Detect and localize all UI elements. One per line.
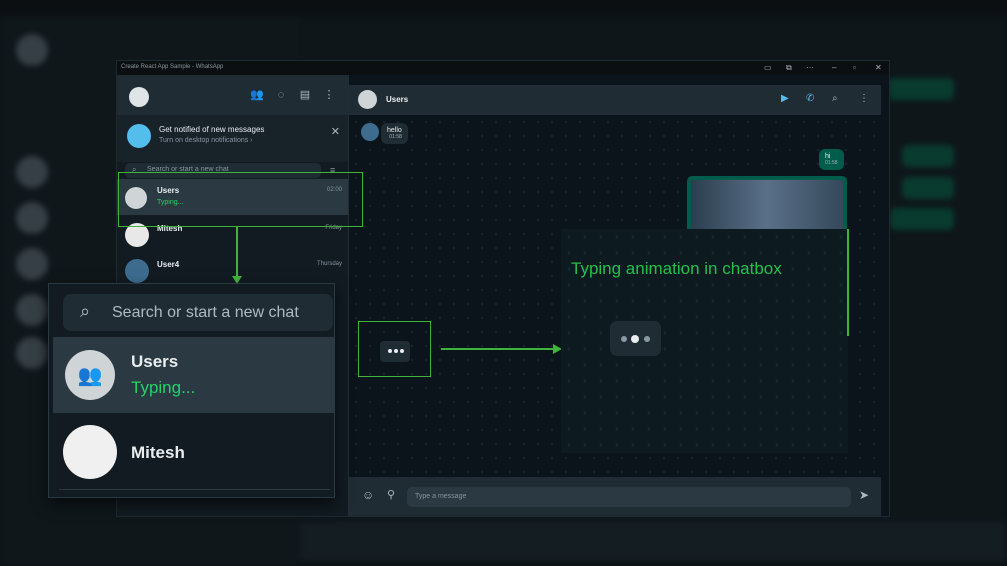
contact-avatar xyxy=(125,259,149,283)
message-input[interactable]: Type a message xyxy=(407,487,851,507)
bg-avatar xyxy=(16,202,48,234)
conversation-avatar[interactable] xyxy=(358,90,377,109)
bg-avatar xyxy=(16,294,48,326)
close-icon[interactable]: ✕ xyxy=(331,125,340,138)
zoomed-typing-indicator xyxy=(610,321,661,356)
message-bubble-incoming: hello 01:58 xyxy=(381,123,408,144)
message-time: 01:58 xyxy=(825,160,838,166)
composer-bar: ☺ ⚲ Type a message ➤ xyxy=(349,477,881,516)
typing-dot xyxy=(631,335,639,343)
send-icon[interactable]: ➤ xyxy=(859,488,869,502)
video-call-icon[interactable]: ▶ xyxy=(781,93,789,104)
bg-composer xyxy=(300,522,1007,560)
message-bubble-outgoing: hi 01:58 xyxy=(819,149,844,170)
contact-avatar xyxy=(63,425,117,479)
zoomed-search-placeholder: Search or start a new chat xyxy=(112,304,299,321)
bg-bubble xyxy=(890,208,954,230)
search-icon: ⌕ xyxy=(80,301,91,321)
notification-title: Get notified of new messages xyxy=(159,125,265,134)
attach-icon[interactable]: ⚲ xyxy=(387,488,395,501)
bell-off-icon xyxy=(127,124,151,148)
community-icon[interactable]: 👥 xyxy=(250,88,264,102)
arrow-line xyxy=(236,227,238,276)
group-icon: 👥 xyxy=(77,364,103,387)
group-avatar: 👥 xyxy=(65,350,115,400)
arrow-line xyxy=(441,348,553,350)
bg-avatar xyxy=(16,156,48,188)
bg-avatar xyxy=(16,34,48,66)
message-time: 01:58 xyxy=(389,134,402,140)
my-avatar[interactable] xyxy=(129,87,149,107)
conversation-header: Users ▶ ✆ ⌕ ⋮ xyxy=(349,85,881,115)
message-placeholder: Type a message xyxy=(415,493,467,500)
zoomed-chat-item[interactable]: 👥 Users Typing... xyxy=(53,337,334,413)
bg-bubble xyxy=(902,145,954,167)
window-titlebar: Create React App Sample - WhatsApp ▭ ⧉ ·… xyxy=(117,61,889,75)
zoomed-chat-item[interactable]: Mitesh xyxy=(53,414,334,490)
menu-icon[interactable]: ⋮ xyxy=(859,93,869,104)
close-window-icon[interactable]: ✕ xyxy=(875,63,882,72)
sidebar-header: 👥 ◌ ▤ ⋮ xyxy=(117,75,348,115)
image-border-line xyxy=(847,229,849,336)
annotation-label: Typing animation in chatbox xyxy=(571,259,782,278)
bg-bubble xyxy=(902,177,954,199)
emoji-icon[interactable]: ☺ xyxy=(362,488,374,502)
typing-dot xyxy=(644,336,650,342)
voice-call-icon[interactable]: ✆ xyxy=(806,93,814,104)
share-icon[interactable]: ⧉ xyxy=(786,63,792,73)
status-icon[interactable]: ◌ xyxy=(274,88,288,102)
message-text: hello xyxy=(387,127,402,134)
minimize-icon[interactable]: – xyxy=(832,63,836,72)
message-text: hi xyxy=(825,153,831,160)
zoomed-chat-area: Typing animation in chatbox xyxy=(561,229,848,453)
menu-icon[interactable]: ⋮ xyxy=(322,88,336,102)
notification-subtitle[interactable]: Turn on desktop notifications › xyxy=(159,137,253,144)
zoomed-chat-name: Users xyxy=(131,352,179,371)
zoomed-chat-name: Mitesh xyxy=(131,443,185,462)
typing-dot xyxy=(621,336,627,342)
sender-avatar xyxy=(361,123,379,141)
new-chat-icon[interactable]: ▤ xyxy=(298,88,312,102)
camera-icon[interactable]: ▭ xyxy=(764,63,772,72)
zoomed-chat-list: ⌕ Search or start a new chat 👥 Users Typ… xyxy=(48,283,335,498)
maximize-icon[interactable]: ▫ xyxy=(853,63,856,72)
typing-highlight-box xyxy=(358,321,431,377)
chat-time: Thursday xyxy=(316,261,342,267)
conversation-title[interactable]: Users xyxy=(386,95,408,104)
more-icon[interactable]: ··· xyxy=(806,63,814,72)
bg-avatar xyxy=(16,337,48,369)
image-thumbnail xyxy=(691,180,843,230)
zoomed-search-input[interactable]: ⌕ Search or start a new chat xyxy=(63,294,333,331)
window-title: Create React App Sample - WhatsApp xyxy=(121,64,224,70)
chat-highlight-box xyxy=(118,172,363,227)
divider xyxy=(59,489,330,490)
search-icon[interactable]: ⌕ xyxy=(832,93,838,104)
chat-name: User4 xyxy=(157,260,180,269)
bg-titlebar xyxy=(0,0,1007,16)
zoomed-chat-preview: Typing... xyxy=(131,378,196,397)
notification-banner[interactable]: Get notified of new messages Turn on des… xyxy=(117,115,348,162)
bg-avatar xyxy=(16,248,48,280)
bg-bubble xyxy=(888,78,954,100)
